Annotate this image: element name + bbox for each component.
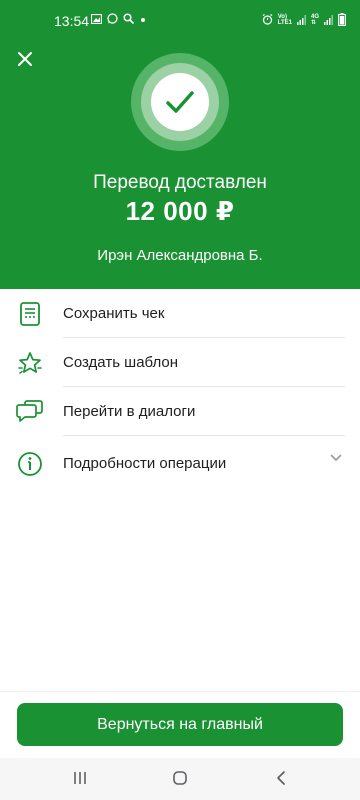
transfer-amount: 12 000 ₽ — [125, 196, 235, 226]
data-arrows-label: ⇅ — [310, 19, 317, 26]
data-indicator: 4G ⇅ — [311, 14, 319, 26]
success-badge — [131, 53, 229, 151]
checkmark-icon — [166, 91, 194, 113]
menu-item-label: Перейти в диалоги — [63, 403, 196, 420]
close-icon[interactable] — [14, 48, 36, 70]
star-template-icon — [18, 351, 42, 374]
footer-divider — [0, 691, 360, 692]
back-nav-icon[interactable] — [274, 770, 290, 786]
volte-indicator: Vo) LTE1 — [278, 14, 292, 26]
gallery-icon — [91, 13, 102, 24]
transfer-status-title: Перевод доставлен — [93, 172, 267, 193]
return-home-button[interactable]: Вернуться на главный — [17, 703, 343, 746]
status-bar: 13:54 Vo) LTE1 4G ⇅ — [0, 0, 360, 34]
signal-icon-2 — [324, 14, 333, 25]
menu-item-create-template[interactable]: Создать шаблон — [0, 338, 360, 387]
search-status-icon — [123, 13, 134, 24]
system-nav-bar — [0, 758, 360, 800]
menu-item-operation-details[interactable]: Подробности операции — [0, 436, 360, 491]
actions-menu: Сохранить чек Создать шаблон Перейти в д… — [0, 289, 360, 491]
alarm-icon — [262, 14, 273, 25]
home-nav-icon[interactable] — [172, 770, 188, 786]
chat-icon — [16, 399, 43, 422]
whatsapp-icon — [107, 13, 118, 24]
menu-item-label: Подробности операции — [63, 455, 227, 472]
notification-dot-icon — [141, 17, 145, 22]
recent-apps-icon[interactable] — [72, 770, 88, 786]
menu-item-save-receipt[interactable]: Сохранить чек — [0, 289, 360, 338]
chevron-down-icon[interactable] — [330, 454, 342, 462]
menu-item-label: Создать шаблон — [63, 354, 179, 371]
menu-item-go-to-dialogs[interactable]: Перейти в диалоги — [0, 387, 360, 436]
receipt-icon — [20, 301, 40, 326]
recipient-name: Ирэн Александровна Б. — [97, 247, 263, 264]
network-bottom-label: LTE1 — [277, 19, 292, 26]
header-panel: 13:54 Vo) LTE1 4G ⇅ Перевод доставлен 12… — [0, 0, 360, 289]
battery-icon — [338, 13, 346, 26]
signal-icon-1 — [296, 14, 306, 25]
info-icon — [18, 451, 42, 476]
menu-item-label: Сохранить чек — [63, 305, 165, 322]
status-time: 13:54 — [54, 13, 90, 29]
